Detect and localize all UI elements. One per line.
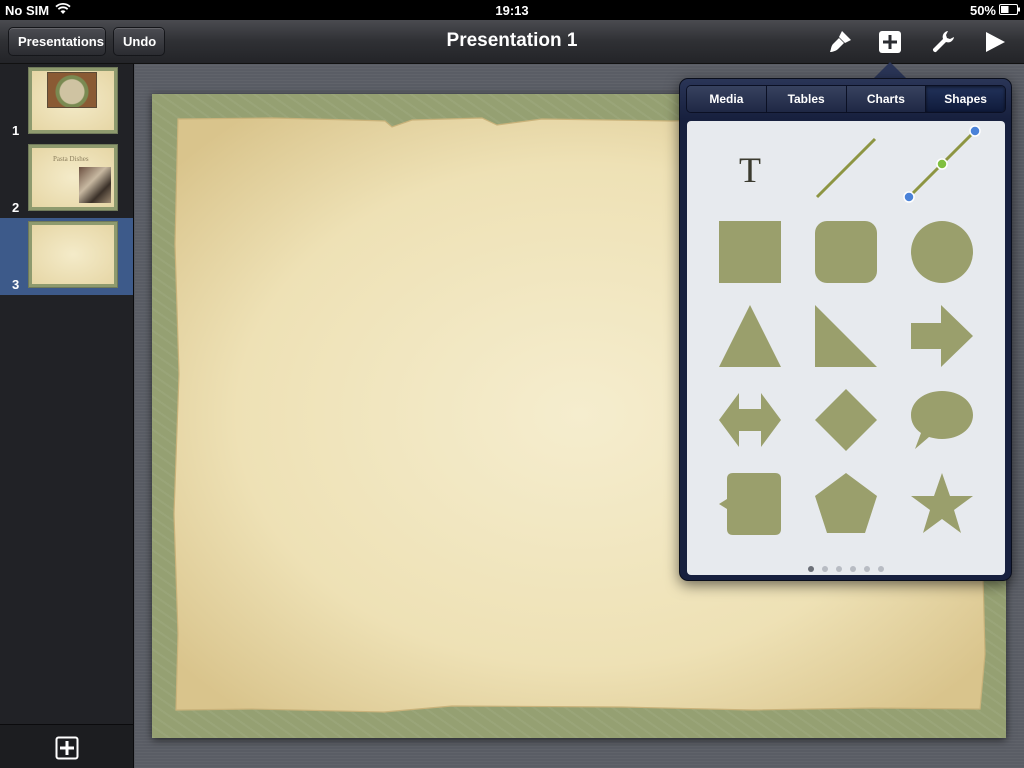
slide-number: 1 <box>12 123 20 138</box>
page-indicator[interactable] <box>687 559 1005 572</box>
text-shape-glyph: T <box>739 150 761 190</box>
clock: 19:13 <box>495 3 529 18</box>
toolbar: Presentations Undo Presentation 1 <box>0 20 1024 64</box>
slide-thumbnail-3[interactable]: 3 <box>0 218 133 295</box>
text-shape[interactable]: T <box>717 135 783 201</box>
page-dot[interactable] <box>878 566 884 572</box>
add-icon[interactable] <box>876 28 904 56</box>
arrow-shape[interactable] <box>909 303 975 369</box>
navigator-footer <box>0 724 133 768</box>
speech-bubble-shape[interactable] <box>909 387 975 453</box>
square-shape[interactable] <box>717 219 783 285</box>
insert-tabs: Media Tables Charts Shapes <box>686 85 1006 113</box>
star-shape[interactable] <box>909 471 975 537</box>
circle-shape[interactable] <box>909 219 975 285</box>
tab-shapes[interactable]: Shapes <box>926 86 1005 112</box>
status-bar: No SIM 19:13 50% <box>0 0 1024 20</box>
play-icon[interactable] <box>980 28 1008 56</box>
insert-popover: Media Tables Charts Shapes T <box>679 78 1012 581</box>
slide-preview <box>28 67 118 134</box>
wrench-icon[interactable] <box>929 28 957 56</box>
slide-title-text: Pasta Dishes <box>53 155 89 163</box>
battery-icon <box>999 4 1020 15</box>
tab-charts[interactable]: Charts <box>846 86 927 112</box>
triangle-shape[interactable] <box>717 303 783 369</box>
slide-number: 2 <box>12 200 20 215</box>
tab-tables[interactable]: Tables <box>766 86 847 112</box>
slide-thumbnail-1[interactable]: 1 <box>0 64 133 141</box>
presentations-button[interactable]: Presentations <box>8 27 106 56</box>
rounded-square-shape[interactable] <box>813 219 879 285</box>
battery-percent: 50% <box>969 3 996 18</box>
right-triangle-shape[interactable] <box>813 303 879 369</box>
connection-line-shape[interactable] <box>903 125 981 203</box>
slide-number: 3 <box>12 277 20 292</box>
add-slide-icon[interactable] <box>55 736 79 760</box>
slide-preview: Pasta Dishes <box>28 144 118 211</box>
slide-navigator: 1 2 Pasta Dishes 3 <box>0 64 134 768</box>
slide-photo <box>79 167 111 203</box>
popover-arrow <box>874 62 906 78</box>
page-dot[interactable] <box>808 566 814 572</box>
food-photo <box>47 72 97 108</box>
pentagon-shape[interactable] <box>813 471 879 537</box>
slide-preview <box>28 221 118 288</box>
slide-thumbnail-2[interactable]: 2 Pasta Dishes <box>0 141 133 218</box>
tab-media[interactable]: Media <box>687 86 767 112</box>
line-shape[interactable] <box>813 135 879 201</box>
paintbrush-icon[interactable] <box>826 28 854 56</box>
callout-square-shape[interactable] <box>717 471 783 537</box>
page-dot[interactable] <box>822 566 828 572</box>
shapes-grid: T <box>687 121 1005 575</box>
page-dot[interactable] <box>850 566 856 572</box>
double-arrow-shape[interactable] <box>717 387 783 453</box>
undo-button[interactable]: Undo <box>113 27 165 56</box>
page-dot[interactable] <box>836 566 842 572</box>
diamond-shape[interactable] <box>813 387 879 453</box>
page-dot[interactable] <box>864 566 870 572</box>
